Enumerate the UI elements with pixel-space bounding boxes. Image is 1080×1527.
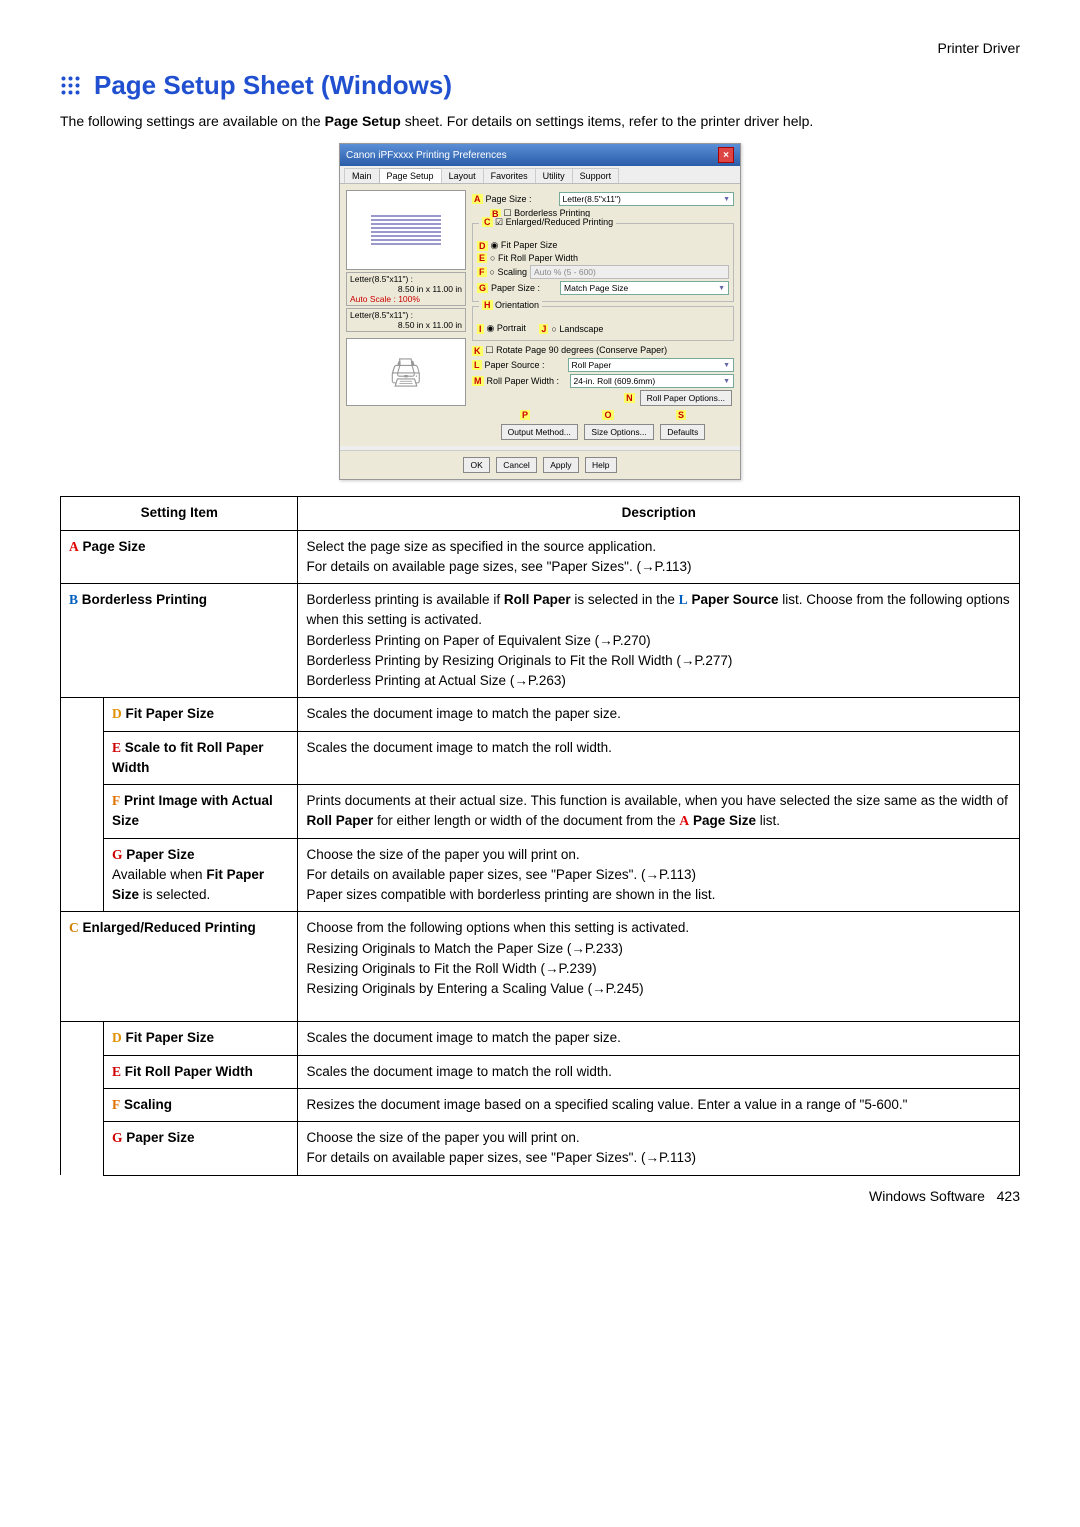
paper-size-select[interactable]: Match Page Size▼ [560, 281, 729, 295]
dialog-titlebar: Canon iPFxxxx Printing Preferences × [340, 144, 740, 166]
marker-j: J [539, 324, 548, 334]
marker-s: S [676, 410, 686, 420]
th-setting: Setting Item [61, 497, 298, 530]
marker-p: P [520, 410, 530, 420]
marker-n: N [624, 393, 635, 403]
roll-width-label: Roll Paper Width : [487, 376, 567, 386]
scaling-radio[interactable]: ○ Scaling [490, 267, 527, 277]
printer-preview: 🖨 [346, 338, 466, 406]
defaults-button[interactable]: Defaults [660, 424, 705, 440]
size-options-button[interactable]: Size Options... [584, 424, 653, 440]
th-desc: Description [298, 497, 1020, 530]
printer-icon: 🖨 [388, 356, 424, 389]
dialog-body: Letter(8.5"x11") : 8.50 in x 11.00 in Au… [340, 184, 740, 446]
fit-roll-radio[interactable]: ○ Fit Roll Paper Width [490, 253, 578, 263]
tab-support[interactable]: Support [572, 168, 620, 183]
preview-info1: Letter(8.5"x11") : 8.50 in x 11.00 in Au… [346, 272, 466, 306]
row-f2: F Scaling Resizes the document image bas… [61, 1088, 1020, 1121]
paper-source-label: Paper Source : [485, 360, 565, 370]
chevron-down-icon: ▼ [718, 285, 725, 292]
dialog-footer: OK Cancel Apply Help [340, 450, 740, 479]
row-d2: D Fit Paper Size Scales the document ima… [61, 1022, 1020, 1055]
settings-table: Setting Item Description A Page Size Sel… [60, 496, 1020, 1175]
page-size-select[interactable]: Letter(8.5"x11")▼ [559, 192, 735, 206]
marker-h: H [482, 300, 493, 310]
marker-c: C [482, 217, 493, 227]
tab-page-setup[interactable]: Page Setup [379, 168, 442, 183]
header-section: Printer Driver [60, 40, 1020, 56]
roll-width-select[interactable]: 24-in. Roll (609.6mm)▼ [570, 374, 735, 388]
row-a: A Page Size Select the page size as spec… [61, 530, 1020, 584]
dialog-right-panel: A Page Size : Letter(8.5"x11")▼ B ☐ Bord… [472, 190, 734, 440]
row-e: E Scale to fit Roll Paper Width Scales t… [61, 731, 1020, 785]
marker-g: G [477, 283, 488, 293]
dialog-left-panel: Letter(8.5"x11") : 8.50 in x 11.00 in Au… [346, 190, 466, 440]
enlarge-group: C ☑ Enlarged/Reduced Printing D◉ Fit Pap… [472, 223, 734, 302]
cancel-button[interactable]: Cancel [496, 457, 536, 473]
dialog-window: Canon iPFxxxx Printing Preferences × Mai… [339, 143, 741, 480]
output-method-button[interactable]: Output Method... [501, 424, 578, 440]
marker-l: L [472, 360, 482, 370]
row-c: C Enlarged/Reduced Printing Choose from … [61, 912, 1020, 1022]
landscape-radio[interactable]: ○ Landscape [551, 324, 603, 334]
scaling-value: Auto % (5 - 600) [530, 265, 729, 279]
ok-button[interactable]: OK [463, 457, 489, 473]
paper-source-select[interactable]: Roll Paper▼ [568, 358, 735, 372]
row-d: D Fit Paper Size Scales the document ima… [61, 698, 1020, 731]
intro-text: The following settings are available on … [60, 111, 1020, 131]
row-g2: G Paper Size Choose the size of the pape… [61, 1122, 1020, 1176]
marker-a: A [472, 194, 483, 204]
chevron-down-icon: ▼ [723, 378, 730, 385]
tab-layout[interactable]: Layout [441, 168, 484, 183]
intro-sheet: Page Setup [325, 113, 401, 129]
intro-post: sheet. For details on settings items, re… [401, 113, 813, 129]
page-preview [346, 190, 466, 270]
chevron-down-icon: ▼ [723, 362, 730, 369]
row-e2: E Fit Roll Paper Width Scales the docume… [61, 1055, 1020, 1088]
marker-f: F [477, 267, 487, 277]
intro-pre: The following settings are available on … [60, 113, 325, 129]
rotate-checkbox[interactable]: ☐ Rotate Page 90 degrees (Conserve Paper… [486, 345, 668, 356]
marker-o: O [602, 410, 613, 420]
dialog-title: Canon iPFxxxx Printing Preferences [346, 150, 507, 161]
marker-m: M [472, 376, 484, 386]
chevron-down-icon: ▼ [723, 196, 730, 203]
orientation-group: H Orientation I◉ Portrait J○ Landscape [472, 306, 734, 341]
page-footer: Windows Software 423 [60, 1188, 1020, 1204]
roll-options-button[interactable]: Roll Paper Options... [640, 390, 732, 406]
page-title: Page Setup Sheet (Windows) [60, 70, 1020, 101]
marker-i: I [477, 324, 484, 334]
help-button[interactable]: Help [585, 457, 616, 473]
page-size-label: Page Size : [486, 194, 556, 204]
screenshot-container: Canon iPFxxxx Printing Preferences × Mai… [60, 143, 1020, 480]
preview-info2: Letter(8.5"x11") : 8.50 in x 11.00 in [346, 308, 466, 332]
tab-favorites[interactable]: Favorites [483, 168, 536, 183]
paper-size-label: Paper Size : [491, 283, 557, 293]
fit-paper-radio[interactable]: ◉ Fit Paper Size [491, 240, 558, 251]
tab-utility[interactable]: Utility [535, 168, 573, 183]
marker-d: D [477, 241, 488, 251]
marker-k: K [472, 346, 483, 356]
row-b: B Borderless Printing Borderless printin… [61, 584, 1020, 698]
close-icon[interactable]: × [718, 147, 734, 163]
row-f: F Print Image with Actual Size Prints do… [61, 785, 1020, 839]
marker-e: E [477, 253, 487, 263]
tab-main[interactable]: Main [344, 168, 380, 183]
portrait-radio[interactable]: ◉ Portrait [487, 323, 526, 334]
dialog-tabs: MainPage SetupLayoutFavoritesUtilitySupp… [340, 166, 740, 184]
apply-button[interactable]: Apply [543, 457, 578, 473]
row-g: G Paper SizeAvailable when Fit Paper Siz… [61, 838, 1020, 912]
